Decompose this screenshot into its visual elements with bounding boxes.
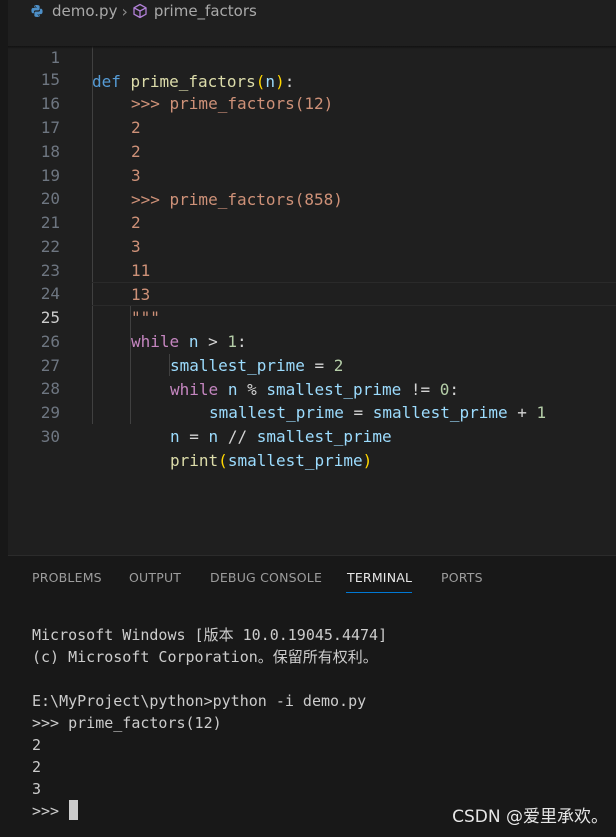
watermark: CSDN @爱里承欢。	[452, 807, 608, 827]
line-code: n = n // smallest_prime	[170, 427, 392, 446]
code-line[interactable]: 19 >>> prime_factors(858)	[8, 140, 616, 209]
code-line[interactable]: 16 2	[8, 68, 616, 137]
terminal-cursor	[69, 800, 78, 820]
bottom-panel: PROBLEMS OUTPUT DEBUG CONSOLE TERMINAL P…	[8, 556, 616, 837]
sticky-scroll-line[interactable]: 1 def prime_factors(n):	[8, 22, 616, 91]
line-code: print(smallest_prime)	[170, 451, 373, 470]
terminal-prompt: >>>	[32, 802, 69, 820]
code-line[interactable]: 17 2	[8, 92, 616, 161]
breadcrumb-file[interactable]: demo.py	[52, 2, 117, 20]
tab-ports[interactable]: PORTS	[441, 556, 483, 600]
code-line[interactable]: 24 """	[8, 258, 616, 327]
terminal-line: 2	[32, 758, 42, 776]
code-line-current[interactable]: 25 while n > 1:	[8, 282, 616, 351]
chevron-right-icon: ›	[121, 1, 128, 21]
terminal-line: E:\MyProject\python>python -i demo.py	[32, 692, 367, 710]
symbol-method-icon	[133, 3, 147, 19]
code-line[interactable]: 15 >>> prime_factors(12)	[8, 44, 616, 113]
python-file-icon	[31, 5, 43, 17]
code-line[interactable]: 23 13	[8, 235, 616, 304]
code-line[interactable]: 21 3	[8, 187, 616, 256]
breadcrumb: demo.py › prime_factors	[8, 0, 616, 22]
active-tab-indicator	[346, 592, 412, 593]
panel-tabs: PROBLEMS OUTPUT DEBUG CONSOLE TERMINAL P…	[8, 556, 616, 600]
code-line[interactable]: 27 while n % smallest_prime != 0:	[8, 330, 616, 399]
terminal-line: 3	[32, 780, 42, 798]
line-number: 30	[40, 427, 60, 446]
tab-problems[interactable]: PROBLEMS	[32, 556, 102, 600]
tab-output[interactable]: OUTPUT	[129, 556, 181, 600]
breadcrumb-symbol[interactable]: prime_factors	[154, 2, 257, 20]
terminal-line: 2	[32, 736, 42, 754]
code-editor[interactable]: 1 def prime_factors(n): 15 >>> prime_fac…	[8, 22, 616, 555]
terminal-line: >>> prime_factors(12)	[32, 714, 222, 732]
terminal-line: (c) Microsoft Corporation。保留所有权利。	[32, 648, 378, 666]
terminal-line: Microsoft Windows [版本 10.0.19045.4474]	[32, 626, 388, 644]
code-line[interactable]: 20 2	[8, 163, 616, 232]
code-line[interactable]: 26 smallest_prime = 2	[8, 306, 616, 375]
activity-bar-edge	[0, 0, 8, 837]
tab-terminal[interactable]: TERMINAL	[347, 556, 412, 600]
code-line[interactable]: 30 print(smallest_prime)	[8, 401, 616, 470]
tab-debug-console[interactable]: DEBUG CONSOLE	[210, 556, 322, 600]
code-line[interactable]: 29 n = n // smallest_prime	[8, 377, 616, 446]
code-line[interactable]: 22 11	[8, 211, 616, 280]
code-line[interactable]: 18 3	[8, 116, 616, 185]
code-line[interactable]: 28 smallest_prime = smallest_prime + 1	[8, 353, 616, 422]
